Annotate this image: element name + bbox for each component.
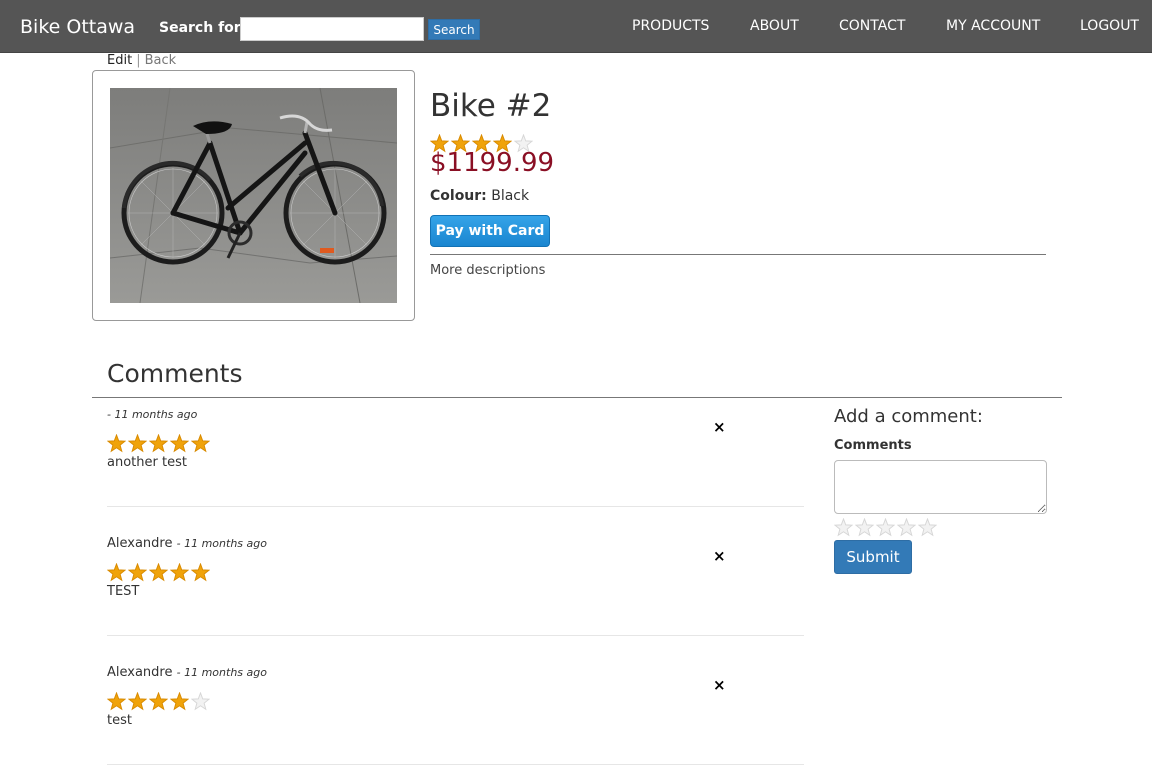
star-icon (149, 692, 168, 711)
search-button[interactable]: Search (428, 19, 480, 40)
comment-textarea[interactable] (834, 460, 1047, 514)
delete-comment-icon[interactable]: × (713, 418, 726, 436)
star-icon (149, 434, 168, 453)
star-icon (149, 563, 168, 582)
star-icon (128, 563, 147, 582)
colour-value: Black (491, 188, 530, 204)
nav-contact[interactable]: CONTACT (839, 18, 905, 34)
edit-link[interactable]: Edit (107, 53, 132, 68)
star-icon (191, 434, 210, 453)
comment-rating (107, 434, 804, 453)
breadcrumb: Edit | Back (107, 53, 176, 68)
star-icon[interactable] (876, 518, 895, 537)
product-image-frame (92, 70, 415, 321)
comments-heading: Comments (107, 359, 243, 388)
breadcrumb-separator: | (136, 53, 141, 68)
comment-time: - 11 months ago (107, 408, 198, 421)
comment-text: another test (107, 455, 187, 470)
star-icon (191, 692, 210, 711)
comment-author: Alexandre (107, 665, 173, 680)
star-icon (107, 692, 126, 711)
nav-about[interactable]: ABOUT (750, 18, 799, 34)
star-icon[interactable] (855, 518, 874, 537)
delete-comment-icon[interactable]: × (713, 676, 726, 694)
comment-text: test (107, 713, 132, 728)
add-comment-rating[interactable] (834, 518, 937, 537)
star-icon (128, 434, 147, 453)
comment-item: Alexandre - 11 months ago test × (107, 665, 804, 728)
nav-products[interactable]: PRODUCTS (632, 18, 709, 34)
nav-my-account[interactable]: MY ACCOUNT (946, 18, 1040, 34)
comment-text: TEST (107, 584, 140, 599)
colour-label: Colour: (430, 188, 487, 204)
star-icon (107, 563, 126, 582)
delete-comment-icon[interactable]: × (713, 547, 726, 565)
submit-comment-button[interactable]: Submit (834, 540, 912, 574)
comment-rating (107, 563, 804, 582)
back-link[interactable]: Back (145, 53, 177, 68)
comment-separator (107, 635, 804, 636)
pay-with-card-button[interactable]: Pay with Card (430, 215, 550, 247)
comment-meta: - 11 months ago (107, 407, 804, 425)
star-icon (191, 563, 210, 582)
more-descriptions-text: More descriptions (430, 263, 546, 278)
star-icon[interactable] (897, 518, 916, 537)
product-title: Bike #2 (430, 88, 552, 124)
add-comment-label: Comments (834, 438, 912, 453)
comment-separator (107, 506, 804, 507)
comment-author: Alexandre (107, 536, 173, 551)
comment-meta: Alexandre - 11 months ago (107, 536, 804, 554)
nav-logout[interactable]: LOGOUT (1080, 18, 1139, 34)
star-icon (107, 434, 126, 453)
comment-meta: Alexandre - 11 months ago (107, 665, 804, 683)
product-price: $1199.99 (430, 148, 555, 178)
comments-divider (92, 397, 1062, 398)
brand-link[interactable]: Bike Ottawa (20, 16, 135, 38)
comment-time: - 11 months ago (176, 537, 267, 550)
star-icon (170, 434, 189, 453)
bike-photo (110, 88, 397, 303)
comment-item: Alexandre - 11 months ago TEST × (107, 536, 804, 599)
star-icon (128, 692, 147, 711)
comment-separator (107, 764, 804, 765)
search-label: Search for: (159, 20, 247, 36)
star-icon (170, 563, 189, 582)
comment-item: - 11 months ago another test × (107, 407, 804, 470)
add-comment-title: Add a comment: (834, 406, 983, 427)
top-navbar: Bike Ottawa Search for: Search PRODUCTS … (0, 0, 1152, 53)
comment-time: - 11 months ago (176, 666, 267, 679)
star-icon[interactable] (918, 518, 937, 537)
product-colour: Colour: Black (430, 188, 529, 204)
comment-rating (107, 692, 804, 711)
star-icon[interactable] (834, 518, 853, 537)
description-divider (430, 254, 1046, 255)
search-input[interactable] (240, 17, 424, 41)
star-icon (170, 692, 189, 711)
